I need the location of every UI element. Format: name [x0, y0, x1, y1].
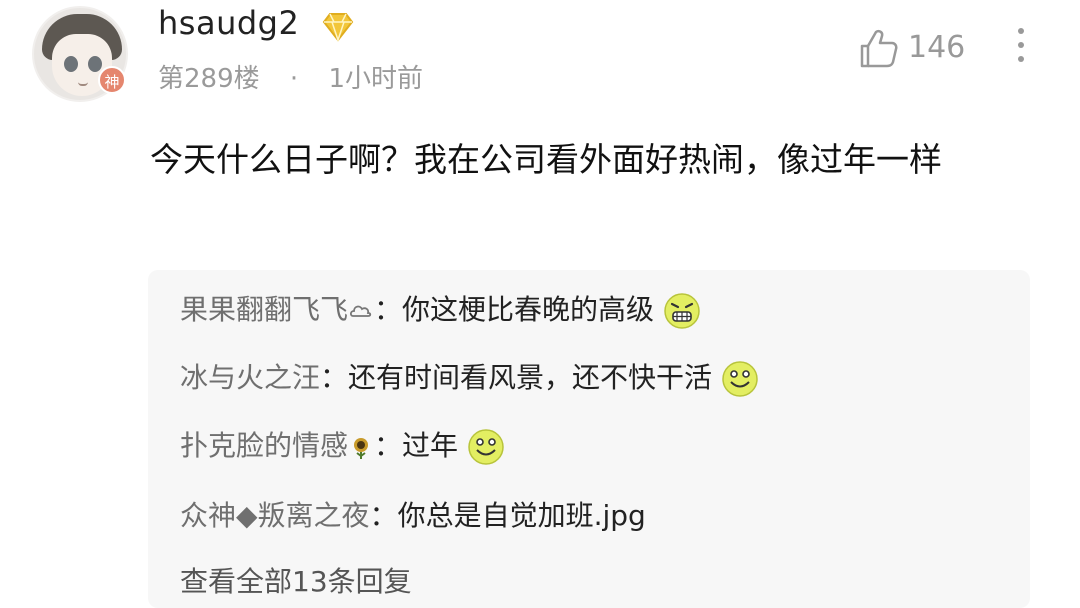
reply-item[interactable]: 果果翻翻飞飞 ：你这梗比春晚的高级: [180, 290, 702, 330]
reply-author[interactable]: 冰与火之汪: [180, 361, 320, 394]
sunflower-icon: [354, 438, 369, 459]
more-options-icon[interactable]: [1014, 28, 1028, 72]
reply-author[interactable]: 众神◆叛离之夜: [180, 499, 370, 532]
reply-item[interactable]: 冰与火之汪：还有时间看风景，还不快干活: [180, 358, 760, 398]
floor-number: 第289楼: [158, 64, 260, 94]
comment-meta: 第289楼 · 1小时前: [158, 58, 423, 95]
meta-separator: ·: [289, 64, 299, 94]
grin-emoji-icon: [664, 293, 700, 329]
reply-text: 你这梗比春晚的高级: [402, 293, 655, 326]
reply-colon: ：: [374, 293, 403, 326]
like-count: 146: [908, 30, 966, 65]
smile-emoji-icon: [722, 361, 758, 397]
reply-author[interactable]: 果果翻翻飞飞: [180, 293, 348, 326]
comment-text: 今天什么日子啊？我在公司看外面好热闹，像过年一样: [150, 140, 942, 179]
reply-colon: ：: [369, 499, 398, 532]
reply-text: 过年: [402, 429, 459, 462]
smile-emoji-icon: [468, 429, 504, 465]
thumbs-up-icon[interactable]: [856, 26, 900, 70]
view-all-replies-link[interactable]: 查看全部13条回复: [180, 560, 412, 600]
reply-text: 还有时间看风景，还不快干活: [348, 361, 713, 394]
reply-text: 你总是自觉加班.jpg: [397, 499, 646, 532]
reply-item[interactable]: 扑克脸的情感 ：过年: [180, 426, 506, 466]
avatar-badge: 神: [98, 66, 126, 94]
timestamp: 1小时前: [328, 64, 423, 94]
username[interactable]: hsaudg2: [158, 4, 299, 42]
reply-colon: ：: [320, 361, 349, 394]
cloud-icon: [349, 305, 372, 317]
replies-panel: 果果翻翻飞飞 ：你这梗比春晚的高级 冰与火之汪：还有时间看风景，还不快干活 扑克脸…: [148, 270, 1030, 608]
vip-diamond-icon: [322, 13, 354, 43]
reply-item[interactable]: 众神◆叛离之夜：你总是自觉加班.jpg: [180, 496, 646, 536]
reply-colon: ：: [374, 429, 403, 462]
reply-author[interactable]: 扑克脸的情感: [180, 429, 348, 462]
